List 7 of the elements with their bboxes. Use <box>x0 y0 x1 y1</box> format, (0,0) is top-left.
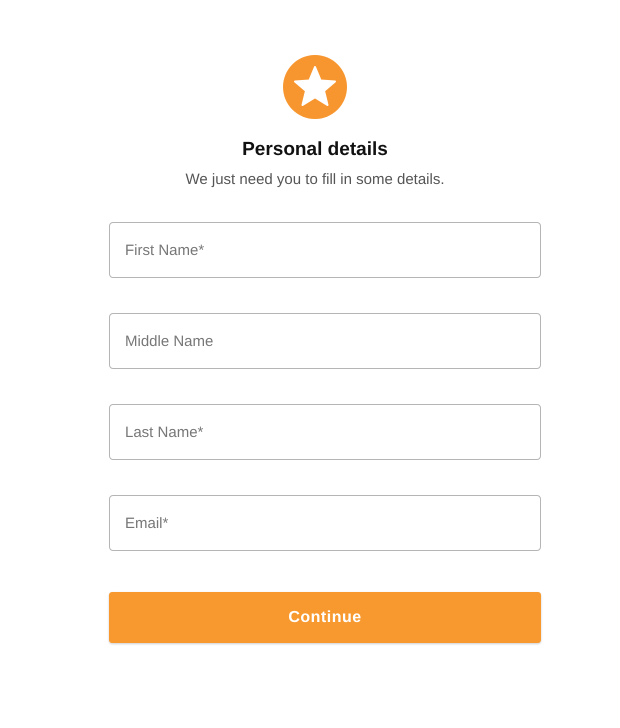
continue-button[interactable]: Continue <box>109 592 541 643</box>
input-field[interactable]: Last Name* <box>109 404 541 460</box>
form-title: Personal details <box>242 139 388 161</box>
input-field[interactable]: Email* <box>109 495 541 551</box>
form-subtitle: We just need you to fill in some details. <box>185 171 445 188</box>
input-field[interactable]: First Name* <box>109 222 541 278</box>
input-field[interactable]: Middle Name <box>109 313 541 369</box>
